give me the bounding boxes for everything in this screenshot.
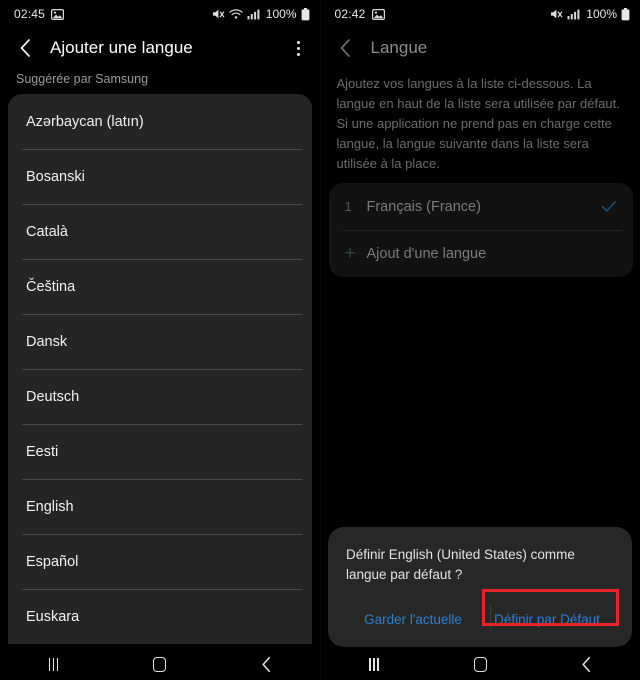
back-icon[interactable] [213, 656, 320, 673]
language-list: Azərbaycan (latın) Bosanski Català Češti… [8, 94, 312, 644]
language-label: Euskara [26, 608, 80, 625]
dialog-message: Définir English (United States) comme la… [346, 547, 575, 582]
status-image-icon [51, 8, 65, 20]
language-label: Dansk [26, 333, 68, 350]
status-wifi-icon [229, 8, 243, 20]
list-item[interactable]: Español [8, 534, 312, 589]
back-icon[interactable] [534, 656, 640, 673]
status-time: 02:45 [14, 7, 46, 21]
home-icon[interactable] [107, 656, 214, 672]
navigation-bar [0, 648, 320, 680]
list-item[interactable]: Eesti [8, 424, 312, 479]
list-item-selected-language[interactable]: 1 Français (France) [329, 183, 633, 230]
status-signal-icon [567, 8, 580, 20]
add-language-label: Ajout d'une langue [366, 245, 487, 262]
dialog-button-separator [490, 605, 491, 631]
back-chevron-icon[interactable] [14, 37, 36, 59]
battery-percent: 100% [265, 7, 297, 21]
status-time: 02:42 [334, 7, 366, 21]
battery-percent: 100% [586, 7, 617, 21]
status-bar: 02:45 100% [0, 0, 320, 28]
list-item[interactable]: Català [8, 204, 312, 259]
overflow-menu-icon[interactable] [288, 33, 310, 63]
check-icon [601, 200, 617, 213]
page-title: Ajouter une langue [50, 38, 193, 57]
status-image-icon [371, 8, 385, 20]
plus-icon: + [344, 243, 356, 264]
language-label: Bosanski [26, 168, 85, 185]
language-label: Français (France) [366, 198, 481, 215]
add-language-row[interactable]: + Ajout d'une langue [329, 230, 633, 277]
language-label: Čeština [26, 278, 76, 295]
language-label: Català [26, 223, 68, 240]
recents-icon[interactable] [0, 657, 107, 671]
recents-icon[interactable] [321, 657, 428, 671]
language-label: Azərbaycan (latın) [26, 113, 144, 130]
section-label: Suggérée par Samsung [16, 72, 149, 86]
selected-language-list: 1 Français (France) + Ajout d'une langue [328, 183, 633, 277]
description-text: Ajoutez vos langues à la liste ci-dessou… [336, 76, 620, 171]
app-bar: Langue [321, 28, 640, 68]
list-item[interactable]: Deutsch [8, 369, 312, 424]
list-item[interactable]: Azərbaycan (latın) [8, 94, 312, 149]
list-item[interactable]: Euskara [8, 589, 312, 644]
page-title: Langue [370, 38, 428, 57]
language-label: Español [26, 553, 79, 570]
status-mute-icon [212, 8, 225, 20]
status-bar: 02:42 100% [321, 0, 640, 28]
app-bar: Ajouter une langue [0, 28, 320, 68]
language-label: Deutsch [26, 388, 80, 405]
status-mute-icon [550, 8, 563, 20]
status-battery-icon [301, 7, 310, 21]
list-item[interactable]: Bosanski [8, 149, 312, 204]
home-icon[interactable] [427, 656, 534, 672]
language-label: English [26, 498, 74, 515]
set-default-button[interactable]: Définir par Défaut [480, 612, 614, 627]
dialog-actions: Garder l'actuelle Définir par Défaut [346, 591, 614, 647]
keep-current-button[interactable]: Garder l'actuelle [346, 612, 480, 627]
list-item[interactable]: Čeština [8, 259, 312, 314]
status-signal-icon [247, 8, 260, 20]
list-item[interactable]: English [8, 479, 312, 534]
list-item[interactable]: Dansk [8, 314, 312, 369]
set-default-language-dialog: Définir English (United States) comme la… [328, 527, 632, 647]
status-battery-icon [621, 7, 630, 21]
left-phone-panel: 02:45 100% Ajouter une langue Suggérée p… [0, 0, 320, 680]
language-label: Eesti [26, 443, 59, 460]
language-order-number: 1 [344, 199, 352, 214]
navigation-bar [320, 648, 640, 680]
back-chevron-icon[interactable] [335, 37, 357, 59]
dual-screenshot: 02:45 100% Ajouter une langue Suggérée p… [0, 0, 640, 680]
